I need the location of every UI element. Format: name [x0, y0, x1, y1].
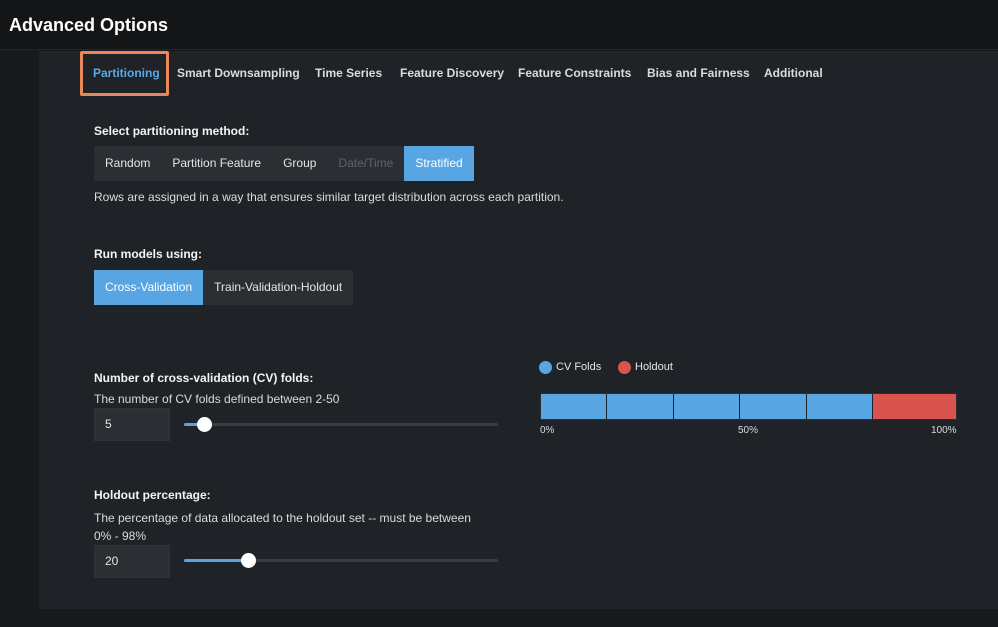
- tab-feature-constraints[interactable]: Feature Constraints: [518, 66, 631, 80]
- cv-fold-segment-1: [541, 394, 608, 419]
- run-models-label: Run models using:: [94, 247, 202, 261]
- cv-fold-segment-4: [740, 394, 807, 419]
- cv-folds-label: Number of cross-validation (CV) folds:: [94, 371, 314, 385]
- tick-100: 100%: [931, 425, 957, 436]
- tick-0: 0%: [540, 425, 555, 436]
- cv-folds-slider[interactable]: [184, 417, 498, 432]
- holdout-slider-thumb[interactable]: [241, 553, 257, 568]
- holdout-label: Holdout percentage:: [94, 488, 211, 502]
- cv-fold-segment-5: [806, 394, 873, 419]
- active-tab-highlight: [80, 51, 169, 96]
- tab-time-series[interactable]: Time Series: [315, 66, 382, 80]
- cv-fold-segment-3: [673, 394, 741, 419]
- method-stratified-button[interactable]: Stratified: [404, 146, 474, 181]
- method-date-time-button: Date/Time: [338, 156, 394, 170]
- holdout-help-line2: 0% - 98%: [94, 529, 147, 543]
- legend-holdout-label: Holdout: [635, 361, 673, 373]
- partition-method-description: Rows are assigned in a way that ensures …: [94, 190, 564, 204]
- holdout-input[interactable]: 20: [94, 545, 170, 578]
- run-models-selector: Cross-Validation Train-Validation-Holdou…: [94, 270, 354, 305]
- tab-additional[interactable]: Additional: [764, 66, 823, 80]
- cv-folds-help: The number of CV folds defined between 2…: [94, 392, 340, 406]
- method-partition-feature-button[interactable]: Partition Feature: [161, 146, 272, 181]
- holdout-segment: [872, 394, 956, 419]
- partition-bar: [540, 393, 957, 420]
- footer-strip: [0, 609, 998, 627]
- window-header: Advanced Options: [0, 0, 998, 50]
- tab-smart-downsampling[interactable]: Smart Downsampling: [177, 66, 300, 80]
- cv-fold-segment-2: [607, 394, 674, 419]
- holdout-slider-fill: [184, 559, 249, 562]
- legend-cv-folds-label: CV Folds: [556, 361, 602, 373]
- method-group-button[interactable]: Group: [272, 146, 327, 181]
- partition-method-label: Select partitioning method:: [94, 124, 250, 138]
- tick-50: 50%: [738, 425, 759, 436]
- tab-bias-and-fairness[interactable]: Bias and Fairness: [647, 66, 750, 80]
- page-title: Advanced Options: [9, 15, 169, 35]
- tab-bar: Partitioning Smart Downsampling Time Ser…: [39, 51, 998, 97]
- legend-holdout-swatch: [618, 361, 631, 374]
- train-validation-holdout-button[interactable]: Train-Validation-Holdout: [203, 270, 353, 305]
- partition-method-selector: Random Partition Feature Group Date/Time…: [94, 146, 474, 181]
- cross-validation-button[interactable]: Cross-Validation: [94, 270, 204, 305]
- cv-folds-slider-thumb[interactable]: [196, 417, 212, 432]
- holdout-slider[interactable]: [184, 553, 498, 568]
- legend-cv-folds-swatch: [539, 361, 552, 374]
- cv-folds-input[interactable]: 5: [94, 408, 170, 441]
- tab-feature-discovery[interactable]: Feature Discovery: [400, 66, 504, 80]
- method-random-button[interactable]: Random: [94, 146, 161, 181]
- holdout-help-line1: The percentage of data allocated to the …: [94, 511, 471, 525]
